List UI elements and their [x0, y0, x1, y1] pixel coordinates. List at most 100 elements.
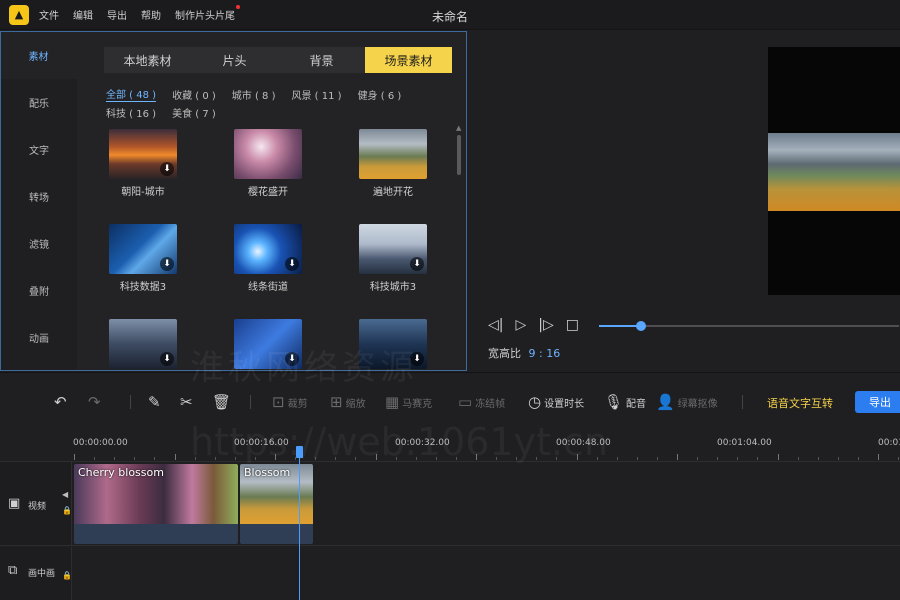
filter-favorites[interactable]: 收藏 ( 0 ) [172, 87, 216, 102]
category-transition[interactable]: 转场 [1, 173, 77, 220]
material-item[interactable]: ⬇ 科技数据3 [88, 224, 198, 293]
title-bar: ▲ 文件 编辑 导出 帮助 制作片头片尾 未命名 [0, 0, 900, 30]
scroll-up-icon[interactable]: ▲ [456, 124, 461, 132]
seek-slider[interactable] [599, 321, 899, 331]
tab-scene-material[interactable]: 场景素材 [365, 47, 452, 73]
clip-blossom[interactable]: Blossom [240, 464, 313, 544]
material-thumbnail[interactable] [359, 129, 427, 179]
material-thumbnail[interactable]: ⬇ [359, 224, 427, 274]
set-duration-button[interactable]: ◷ 设置时长 [528, 393, 584, 411]
ruler-tick [134, 457, 136, 460]
material-item[interactable]: ⬇ 朝阳-城市 [88, 129, 198, 198]
ruler-tick [174, 454, 176, 460]
speaker-icon[interactable]: ◀ [62, 490, 68, 499]
download-icon[interactable]: ⬇ [160, 352, 174, 366]
menu-edit[interactable]: 编辑 [73, 7, 93, 22]
download-icon[interactable]: ⬇ [285, 352, 299, 366]
category-animation[interactable]: 动画 [1, 314, 77, 361]
menu-bar: 文件 编辑 导出 帮助 制作片头片尾 [39, 5, 249, 22]
material-thumbnail[interactable]: ⬇ [234, 224, 302, 274]
video-track: ▣ 视频 ◀ 🔒 Cherry blossom Blossom [0, 462, 900, 546]
filter-all[interactable]: 全部 ( 48 ) [106, 86, 157, 102]
material-item[interactable]: ⬇ 线条街道 [213, 224, 323, 293]
category-text[interactable]: 文字 [1, 126, 77, 173]
download-icon[interactable]: ⬇ [410, 352, 424, 366]
prev-frame-icon[interactable]: ◁| [488, 317, 503, 333]
category-overlay[interactable]: 叠附 [1, 267, 77, 314]
ruler-tick [878, 454, 879, 460]
scissors-icon[interactable]: ✂ [180, 393, 196, 411]
ruler-tick [636, 457, 638, 460]
material-thumbnail[interactable]: ⬇ [359, 319, 427, 369]
material-label: 遍地开花 [373, 187, 413, 198]
material-scrollbar[interactable] [457, 135, 461, 175]
pip-track-header: ⧉ 画中画 🔒 [0, 547, 72, 600]
material-item[interactable]: ⬇ [88, 319, 198, 369]
green-screen-button[interactable]: 👤 绿幕抠像 [656, 393, 718, 411]
timeline-ruler[interactable]: 00:00:00.00 00:00:16.00 00:00:32.00 00:0… [0, 430, 900, 462]
material-item[interactable]: ⬇ [338, 319, 448, 369]
redo-icon[interactable]: ↷ [88, 393, 104, 411]
material-tabs: 本地素材 片头 背景 场景素材 [104, 47, 452, 73]
play-icon[interactable]: ▷ [515, 317, 526, 333]
filter-city[interactable]: 城市 ( 8 ) [232, 87, 276, 102]
pen-icon[interactable]: ✎ [148, 393, 164, 411]
aspect-ratio[interactable]: 宽高比 9 : 16 [488, 345, 560, 361]
material-thumbnail[interactable]: ⬇ [109, 224, 177, 274]
stop-icon[interactable]: □ [566, 317, 579, 333]
playhead-handle[interactable] [296, 446, 303, 458]
menu-help[interactable]: 帮助 [141, 7, 161, 22]
category-material[interactable]: 素材 [1, 32, 77, 79]
material-thumbnail[interactable]: ⬇ [109, 129, 177, 179]
undo-icon[interactable]: ↶ [54, 393, 70, 411]
freeze-frame-button[interactable]: ▭ 冻结帧 [458, 393, 505, 411]
filter-tech[interactable]: 科技 ( 16 ) [106, 105, 156, 120]
material-item[interactable]: 樱花盛开 [213, 129, 323, 198]
aspect-ratio-label: 宽高比 [488, 347, 521, 360]
category-music[interactable]: 配乐 [1, 79, 77, 126]
filter-scenery[interactable]: 风景 ( 11 ) [291, 87, 341, 102]
ruler-tick [556, 457, 558, 460]
category-filter[interactable]: 滤镜 [1, 220, 77, 267]
mosaic-button[interactable]: ▦ 马赛克 [385, 393, 432, 411]
ruler-tick [315, 457, 317, 460]
category-nav: 素材 配乐 文字 转场 滤镜 叠附 动画 [1, 32, 77, 370]
material-thumbnail[interactable] [234, 129, 302, 179]
crop-button[interactable]: ⊡ 裁剪 [272, 393, 308, 411]
material-item[interactable]: 遍地开花 [338, 129, 448, 198]
menu-intro-outro[interactable]: 制作片头片尾 [175, 5, 240, 22]
clip-cherry-blossom[interactable]: Cherry blossom [74, 464, 238, 544]
clock-icon: ◷ [528, 393, 542, 411]
preview-frame [768, 133, 900, 211]
material-thumbnail[interactable]: ⬇ [109, 319, 177, 369]
seek-handle[interactable] [636, 321, 646, 331]
ruler-tick [536, 457, 538, 460]
lock-icon[interactable]: 🔒 [62, 506, 72, 515]
download-icon[interactable]: ⬇ [160, 162, 174, 176]
material-item[interactable]: ⬇ 科技城市3 [338, 224, 448, 293]
ruler-tick [757, 457, 759, 460]
material-thumbnail[interactable]: ⬇ [234, 319, 302, 369]
material-label: 科技数据3 [119, 282, 167, 293]
tab-local-material[interactable]: 本地素材 [104, 47, 191, 73]
lock-icon[interactable]: 🔒 [62, 571, 72, 580]
filter-fitness[interactable]: 健身 ( 6 ) [358, 87, 402, 102]
menu-export[interactable]: 导出 [107, 7, 127, 22]
trash-icon[interactable]: 🗑 [212, 393, 234, 411]
playhead[interactable] [299, 446, 300, 600]
material-item[interactable]: ⬇ [213, 319, 323, 369]
download-icon[interactable]: ⬇ [160, 257, 174, 271]
download-icon[interactable]: ⬇ [410, 257, 424, 271]
zoom-button[interactable]: ⊞ 缩放 [330, 393, 366, 411]
tab-intro[interactable]: 片头 [191, 47, 278, 73]
download-icon[interactable]: ⬇ [285, 257, 299, 271]
tick-label: 00:01:04.00 [717, 438, 772, 448]
menu-file[interactable]: 文件 [39, 7, 59, 22]
filter-food[interactable]: 美食 ( 7 ) [172, 105, 216, 120]
tab-background[interactable]: 背景 [278, 47, 365, 73]
speech-to-text-link[interactable]: 语音文字互转 [767, 395, 833, 411]
export-button[interactable]: 导出 [855, 391, 900, 413]
next-frame-icon[interactable]: |▷ [538, 317, 553, 333]
ruler-tick [516, 457, 518, 460]
voiceover-button[interactable]: 🎙 配音 [604, 393, 646, 411]
